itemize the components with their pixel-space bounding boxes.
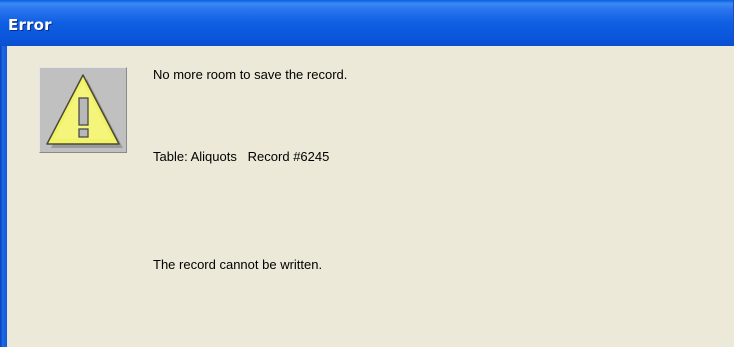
window-title: Error	[8, 16, 52, 34]
window-frame-left	[0, 46, 7, 347]
record-details: Table: Aliquots Record #6245	[153, 149, 330, 164]
error-dialog: Error No more room to save the record. T…	[0, 0, 734, 347]
title-bar[interactable]: Error	[0, 0, 734, 46]
warning-icon	[39, 67, 127, 153]
error-message: No more room to save the record.	[153, 67, 348, 82]
error-consequence: The record cannot be written.	[153, 257, 323, 272]
